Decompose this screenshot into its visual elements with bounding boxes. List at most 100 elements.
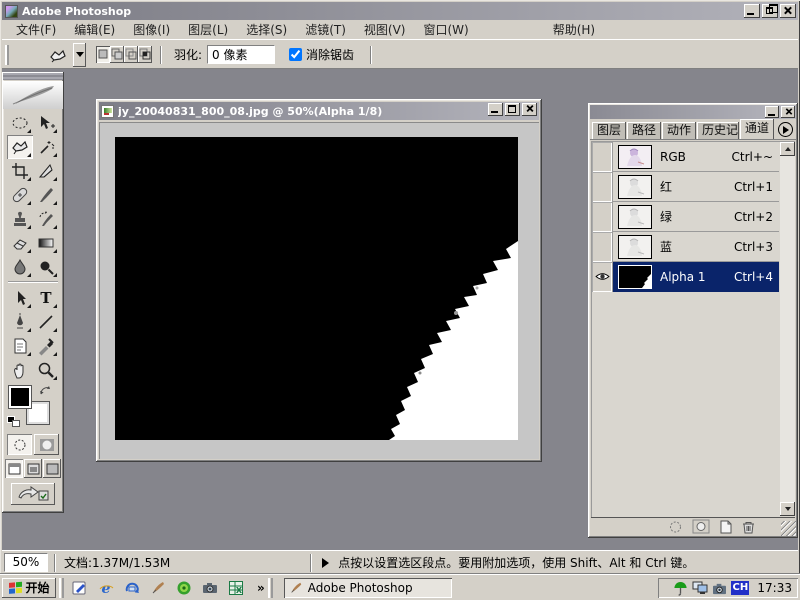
load-selection-icon[interactable] — [668, 520, 683, 534]
channel-row-alpha1[interactable]: Alpha 1 Ctrl+4 — [592, 262, 779, 292]
tool-gradient[interactable] — [33, 231, 59, 255]
menu-select[interactable]: 选择(S) — [237, 21, 296, 39]
fullscreen-mode-button[interactable] — [43, 459, 61, 478]
menu-image[interactable]: 图像(I) — [124, 21, 179, 39]
jump-to-imageready-button[interactable] — [11, 483, 55, 505]
standard-mode-button[interactable] — [7, 434, 32, 455]
tool-clone-stamp[interactable] — [7, 207, 33, 231]
tab-actions[interactable]: 动作 — [662, 122, 696, 139]
tab-paths[interactable]: 路径 — [627, 122, 661, 139]
tray-camera-icon[interactable] — [712, 582, 727, 595]
antialias-checkbox[interactable] — [289, 48, 302, 61]
menu-window[interactable]: 窗口(W) — [414, 21, 477, 39]
tool-notes[interactable] — [7, 334, 33, 358]
photoshop-quicklaunch-icon[interactable] — [149, 579, 166, 596]
excel-icon[interactable]: X — [227, 579, 244, 596]
scroll-up-button[interactable] — [780, 142, 795, 156]
tool-preset-picker[interactable] — [43, 43, 86, 67]
camera-viewer-icon[interactable] — [201, 579, 218, 596]
outlook-express-icon[interactable] — [123, 579, 140, 596]
selection-mode-intersect-button[interactable] — [138, 46, 152, 63]
tool-pen[interactable] — [7, 310, 33, 334]
tool-hand[interactable] — [7, 358, 33, 382]
palette-menu-button[interactable] — [778, 122, 793, 137]
feather-input[interactable] — [207, 45, 275, 64]
rgb-visibility-toggle[interactable] — [592, 142, 613, 172]
red-visibility-toggle[interactable] — [592, 172, 613, 202]
tab-history[interactable]: 历史记 — [697, 122, 739, 139]
task-button-photoshop[interactable]: Adobe Photoshop — [284, 578, 452, 598]
doc-close-button[interactable] — [522, 103, 537, 116]
palette-titlebar[interactable] — [590, 105, 796, 119]
palette-close-button[interactable] — [781, 106, 795, 118]
save-selection-icon[interactable] — [692, 519, 710, 534]
antivirus-umbrella-icon[interactable] — [673, 581, 688, 596]
tool-crop[interactable] — [7, 159, 33, 183]
doc-maximize-button[interactable] — [505, 103, 520, 116]
palette-minimize-button[interactable] — [765, 106, 779, 118]
menu-file[interactable]: 文件(F) — [7, 21, 65, 39]
menu-filter[interactable]: 滤镜(T) — [296, 21, 355, 39]
green-visibility-toggle[interactable] — [592, 202, 613, 232]
tool-eraser[interactable] — [7, 231, 33, 255]
tool-history-brush[interactable] — [33, 207, 59, 231]
start-button[interactable]: 开始 — [2, 578, 56, 598]
menu-layer[interactable]: 图层(L) — [179, 21, 237, 39]
canvas[interactable] — [115, 137, 518, 440]
document-titlebar[interactable]: jy_20040831_800_08.jpg @ 50%(Alpha 1/8) — [99, 102, 539, 120]
tab-layers[interactable]: 图层 — [592, 122, 626, 139]
tool-brush[interactable] — [33, 183, 59, 207]
network-monitors-icon[interactable] — [692, 581, 708, 595]
tool-blur[interactable] — [7, 255, 33, 279]
restore-button[interactable] — [762, 4, 778, 18]
channel-row-green[interactable]: 绿 Ctrl+2 — [592, 202, 779, 232]
quick-mask-mode-button[interactable] — [34, 434, 59, 455]
foreground-color-swatch[interactable] — [9, 386, 31, 408]
scroll-down-button[interactable] — [780, 502, 795, 516]
tool-zoom[interactable] — [33, 358, 59, 382]
channel-row-blue[interactable]: 蓝 Ctrl+3 — [592, 232, 779, 262]
swap-colors-icon[interactable] — [38, 385, 52, 398]
standard-screen-mode-button[interactable] — [5, 459, 23, 478]
selection-mode-subtract-button[interactable] — [124, 46, 138, 63]
tool-path-select[interactable] — [7, 286, 33, 310]
show-desktop-icon[interactable] — [71, 579, 88, 596]
internet-explorer-icon[interactable]: e — [97, 579, 114, 596]
close-button[interactable] — [780, 4, 796, 18]
menu-help[interactable]: 帮助(H) — [544, 21, 604, 39]
tool-healing-brush[interactable] — [7, 183, 33, 207]
alpha1-visibility-toggle[interactable] — [592, 262, 613, 292]
palette-resize-grip[interactable] — [781, 521, 796, 536]
doc-minimize-button[interactable] — [488, 103, 503, 116]
tool-marquee[interactable] — [7, 111, 33, 135]
minimize-button[interactable] — [744, 4, 760, 18]
menu-edit[interactable]: 编辑(E) — [65, 21, 124, 39]
photoshop-feather-logo[interactable] — [3, 81, 63, 109]
zoom-level-field[interactable]: 50% — [4, 553, 48, 572]
selection-mode-add-button[interactable] — [110, 46, 124, 63]
tool-preset-dropdown[interactable] — [73, 43, 86, 67]
tool-dodge[interactable] — [33, 255, 59, 279]
status-menu-arrow-icon[interactable] — [322, 558, 329, 568]
menu-view[interactable]: 视图(V) — [355, 21, 415, 39]
fullscreen-menubar-mode-button[interactable] — [24, 459, 42, 478]
palette-scrollbar[interactable] — [780, 142, 795, 516]
options-bar-grip[interactable] — [5, 45, 9, 65]
tab-channels[interactable]: 通道 — [740, 119, 774, 139]
tool-line[interactable] — [33, 310, 59, 334]
tool-eyedropper[interactable] — [33, 334, 59, 358]
tray-clock[interactable]: 17:33 — [757, 581, 792, 595]
toolbox-grab-bar[interactable] — [3, 73, 63, 80]
new-channel-icon[interactable] — [719, 520, 733, 534]
tool-type[interactable]: T — [33, 286, 59, 310]
default-colors-icon[interactable] — [7, 416, 21, 428]
selection-mode-new-button[interactable] — [96, 46, 110, 63]
tool-magic-wand[interactable] — [33, 135, 59, 159]
green-player-icon[interactable] — [175, 579, 192, 596]
tool-lasso[interactable] — [7, 135, 33, 159]
tool-slice[interactable] — [33, 159, 59, 183]
ime-indicator[interactable]: CH — [731, 581, 749, 595]
quick-launch-overflow[interactable]: » — [257, 581, 265, 595]
delete-channel-icon[interactable] — [742, 520, 755, 534]
app-titlebar[interactable]: Adobe Photoshop — [2, 2, 798, 20]
